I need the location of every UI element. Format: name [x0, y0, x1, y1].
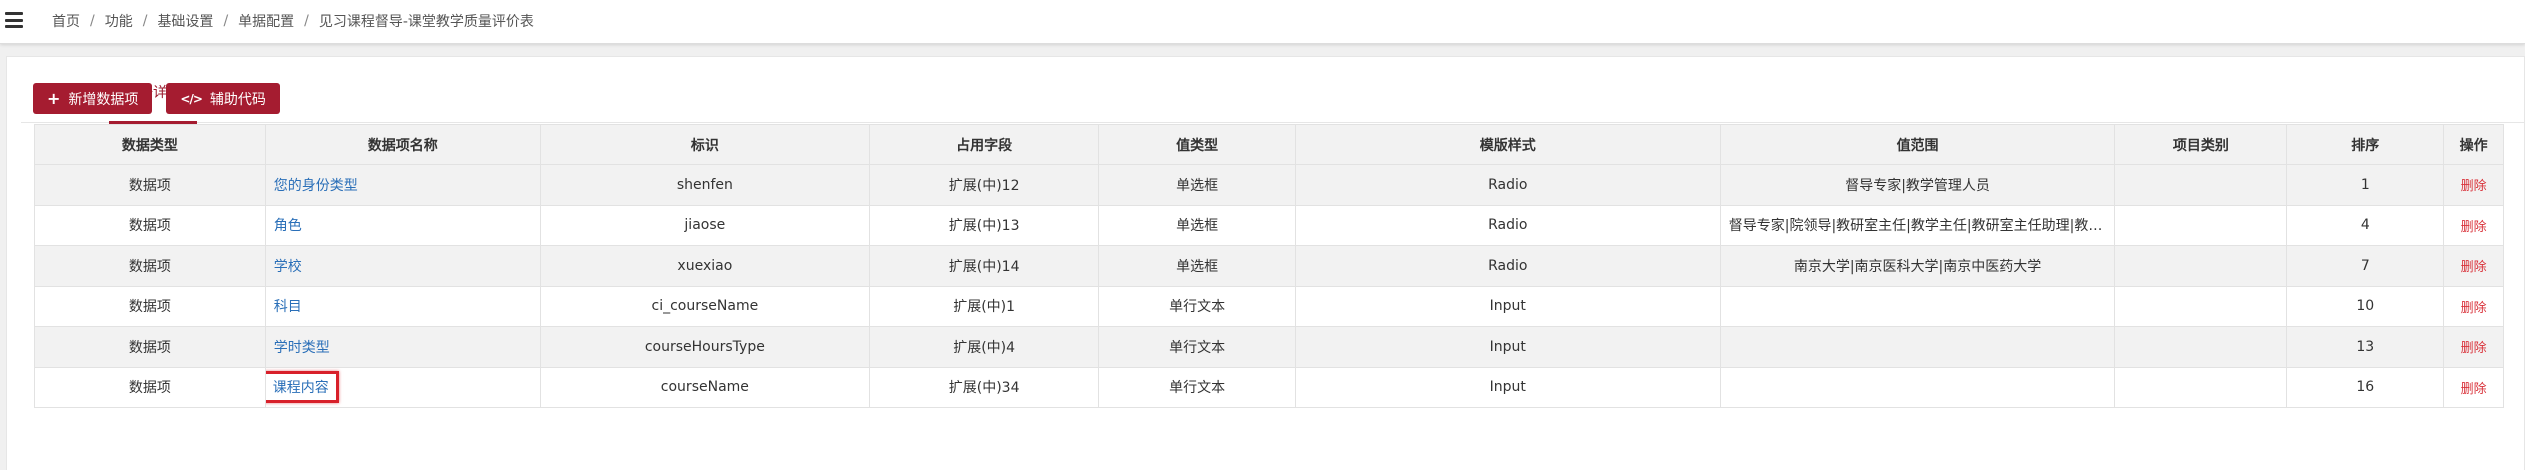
cell-category — [2114, 285, 2288, 327]
cell-category — [2114, 164, 2288, 206]
cell-field: 扩展(中)13 — [868, 204, 1100, 246]
breadcrumb-separator: / — [142, 13, 148, 29]
cell-order: 13 — [2286, 326, 2445, 368]
cell-template-style: Input — [1294, 326, 1721, 368]
add-data-item-label: 新增数据项 — [68, 91, 139, 108]
item-name-link[interactable]: 角色 — [274, 218, 302, 234]
cell-value-range — [1719, 366, 2116, 408]
cell-value-type: 单行文本 — [1098, 285, 1296, 327]
header-order: 排序 — [2286, 124, 2445, 165]
cell-field: 扩展(中)34 — [868, 366, 1100, 408]
cell-template-style: Radio — [1294, 204, 1721, 246]
cell-field: 扩展(中)1 — [868, 285, 1100, 327]
tab-bar: 修改单据 单据详情 — [21, 77, 2525, 124]
cell-order: 1 — [2286, 164, 2445, 206]
cell-data-type: 数据项 — [34, 245, 266, 287]
header-category: 项目类别 — [2114, 124, 2288, 165]
header-data-type: 数据类型 — [34, 124, 266, 165]
cell-data-type: 数据项 — [34, 366, 266, 408]
item-name-link[interactable]: 学校 — [274, 259, 302, 275]
helper-code-label: 辅助代码 — [209, 91, 266, 108]
cell-identifier: xuexiao — [539, 245, 870, 287]
data-items-table: 数据类型 数据项名称 标识 占用字段 值类型 模版样式 值范围 项目类别 排序 … — [34, 124, 2504, 408]
breadcrumb-function[interactable]: 功能 — [105, 11, 133, 31]
header-template-style: 模版样式 — [1294, 124, 1721, 165]
cell-template-style: Radio — [1294, 245, 1721, 287]
delete-link[interactable]: 删除 — [2461, 301, 2487, 316]
cell-value-type: 单选框 — [1098, 204, 1296, 246]
item-name-link[interactable]: 课程内容 — [273, 380, 329, 396]
breadcrumb-form-config[interactable]: 单据配置 — [238, 11, 294, 31]
breadcrumb: 首页 / 功能 / 基础设置 / 单据配置 / 见习课程督导-课堂教学质量评价表 — [52, 11, 534, 31]
breadcrumb-current-page: 见习课程督导-课堂教学质量评价表 — [318, 14, 534, 30]
cell-template-style: Radio — [1294, 164, 1721, 206]
cell-data-type: 数据项 — [34, 164, 266, 206]
delete-link[interactable]: 删除 — [2461, 260, 2487, 275]
cell-category — [2114, 245, 2288, 287]
plus-icon: + — [47, 88, 61, 108]
header-identifier: 标识 — [539, 124, 870, 165]
cell-category — [2114, 204, 2288, 246]
cell-identifier: shenfen — [539, 164, 870, 206]
breadcrumb-basic-settings[interactable]: 基础设置 — [157, 11, 213, 31]
cell-data-type: 数据项 — [34, 326, 266, 368]
cell-field: 扩展(中)14 — [868, 245, 1100, 287]
header-actions: 操作 — [2443, 124, 2504, 165]
cell-category — [2114, 366, 2288, 408]
helper-code-button[interactable]: </> 辅助代码 — [166, 83, 280, 114]
breadcrumb-separator: / — [223, 13, 229, 29]
cell-order: 16 — [2286, 366, 2445, 408]
cell-order: 7 — [2286, 245, 2445, 287]
table-row: 数据项 学时类型 courseHoursType 扩展(中)4 单行文本 Inp… — [34, 326, 2504, 368]
highlighted-item-box: 课程内容 — [266, 371, 339, 404]
cell-template-style: Input — [1294, 366, 1721, 408]
hamburger-menu-icon[interactable] — [4, 10, 24, 30]
cell-data-type: 数据项 — [34, 204, 266, 246]
header-value-type: 值类型 — [1098, 124, 1296, 165]
breadcrumb-separator: / — [304, 13, 309, 29]
breadcrumb-home[interactable]: 首页 — [52, 11, 80, 31]
cell-value-type: 单行文本 — [1098, 326, 1296, 368]
cell-value-range: 督导专家|院领导|教研室主任|教学主任|教研室主任助理|教学秘书|教务处工... — [1719, 204, 2116, 246]
add-data-item-button[interactable]: + 新增数据项 — [33, 83, 153, 114]
delete-link[interactable]: 删除 — [2461, 341, 2487, 356]
table-row: 数据项 您的身份类型 shenfen 扩展(中)12 单选框 Radio 督导专… — [34, 164, 2504, 206]
item-name-link[interactable]: 学时类型 — [274, 340, 330, 356]
cell-identifier: jiaose — [539, 204, 870, 246]
table-row: 数据项 课程内容 courseName 扩展(中)34 单行文本 Input 1… — [34, 366, 2504, 408]
item-name-link[interactable]: 科目 — [274, 299, 302, 315]
cell-order: 4 — [2286, 204, 2445, 246]
cell-value-range — [1719, 326, 2116, 368]
cell-value-type: 单选框 — [1098, 245, 1296, 287]
cell-value-range: 督导专家|教学管理人员 — [1719, 164, 2116, 206]
cell-value-type: 单行文本 — [1098, 366, 1296, 408]
toolbar: + 新增数据项 </> 辅助代码 — [33, 83, 280, 114]
cell-value-type: 单选框 — [1098, 164, 1296, 206]
top-bar: 首页 / 功能 / 基础设置 / 单据配置 / 见习课程督导-课堂教学质量评价表 — [0, 0, 2525, 44]
cell-field: 扩展(中)12 — [868, 164, 1100, 206]
delete-link[interactable]: 删除 — [2461, 179, 2487, 194]
cell-identifier: courseName — [539, 366, 870, 408]
item-name-link[interactable]: 您的身份类型 — [274, 178, 358, 194]
cell-identifier: courseHoursType — [539, 326, 870, 368]
cell-identifier: ci_courseName — [539, 285, 870, 327]
table-row: 数据项 科目 ci_courseName 扩展(中)1 单行文本 Input 1… — [34, 285, 2504, 327]
cell-template-style: Input — [1294, 285, 1721, 327]
delete-link[interactable]: 删除 — [2461, 220, 2487, 235]
code-icon: </> — [180, 91, 202, 106]
cell-category — [2114, 326, 2288, 368]
cell-value-range: 南京大学|南京医科大学|南京中医药大学 — [1719, 245, 2116, 287]
delete-link[interactable]: 删除 — [2461, 382, 2487, 397]
table-row: 数据项 角色 jiaose 扩展(中)13 单选框 Radio 督导专家|院领导… — [34, 204, 2504, 246]
header-field: 占用字段 — [868, 124, 1100, 165]
cell-order: 10 — [2286, 285, 2445, 327]
cell-field: 扩展(中)4 — [868, 326, 1100, 368]
breadcrumb-separator: / — [90, 13, 95, 29]
header-item-name: 数据项名称 — [264, 124, 541, 165]
cell-data-type: 数据项 — [34, 285, 266, 327]
header-value-range: 值范围 — [1719, 124, 2116, 165]
table-row: 数据项 学校 xuexiao 扩展(中)14 单选框 Radio 南京大学|南京… — [34, 245, 2504, 287]
table-header-row: 数据类型 数据项名称 标识 占用字段 值类型 模版样式 值范围 项目类别 排序 … — [34, 124, 2504, 165]
cell-value-range — [1719, 285, 2116, 327]
